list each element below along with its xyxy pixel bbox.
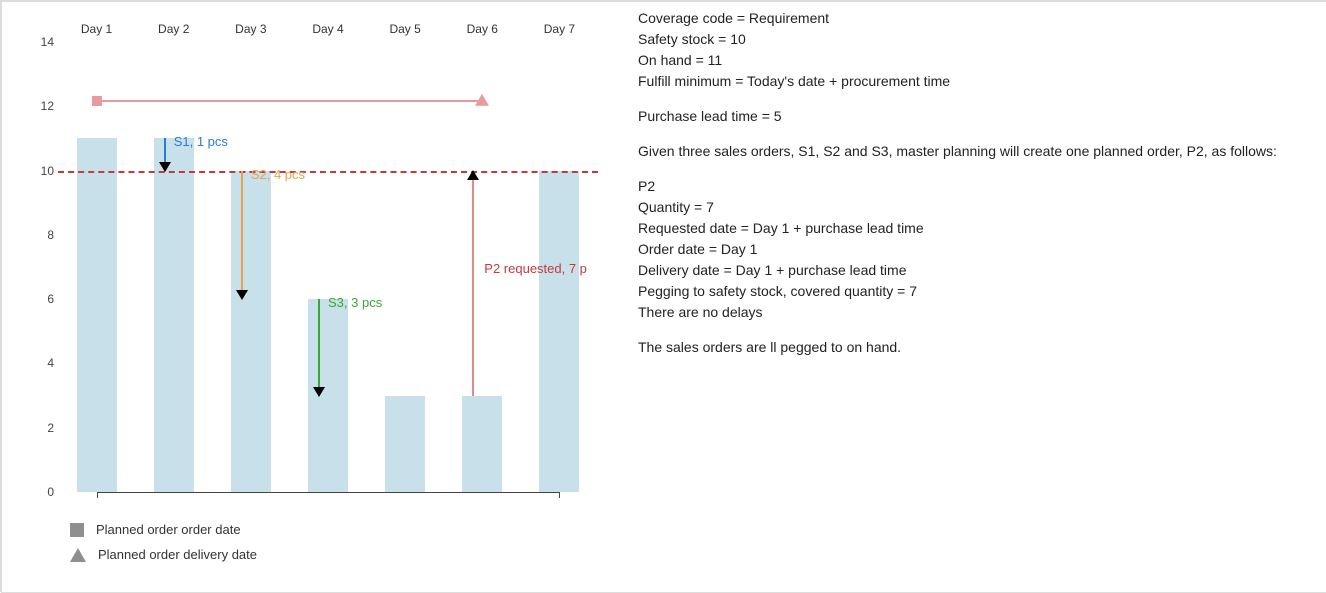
info-line: Requested date = Day 1 + purchase lead t… bbox=[638, 218, 1308, 239]
plot-area: 02468101214Day 1Day 2Day 3Day 4Day 5Day … bbox=[58, 42, 598, 492]
legend-row-order-date: Planned order order date bbox=[70, 522, 257, 537]
safety-stock-line bbox=[58, 171, 598, 173]
y-tick-label: 2 bbox=[36, 421, 54, 435]
bar-day-7 bbox=[539, 171, 579, 492]
legend-label: Planned order order date bbox=[96, 522, 241, 537]
x-axis-line bbox=[97, 492, 560, 493]
x-tick-label: Day 3 bbox=[235, 22, 266, 36]
info-line: On hand = 11 bbox=[638, 50, 1308, 71]
arrow-s3 bbox=[318, 299, 320, 395]
triangle-icon bbox=[475, 94, 489, 106]
x-tick-label: Day 5 bbox=[389, 22, 420, 36]
triangle-icon bbox=[70, 548, 86, 562]
info-line: Delivery date = Day 1 + purchase lead ti… bbox=[638, 260, 1308, 281]
y-tick-label: 6 bbox=[36, 292, 54, 306]
x-tick-label: Day 7 bbox=[544, 22, 575, 36]
y-tick-label: 4 bbox=[36, 356, 54, 370]
bar-day-2 bbox=[154, 138, 194, 492]
info-line: Safety stock = 10 bbox=[638, 29, 1308, 50]
info-line: Coverage code = Requirement bbox=[638, 8, 1308, 29]
legend-row-delivery-date: Planned order delivery date bbox=[70, 547, 257, 562]
x-tick-label: Day 1 bbox=[81, 22, 112, 36]
annotation-s1: S1, 1 pcs bbox=[174, 134, 228, 149]
info-line: The sales orders are ll pegged to on han… bbox=[638, 337, 1308, 358]
y-tick-label: 0 bbox=[36, 485, 54, 499]
info-line: Purchase lead time = 5 bbox=[638, 106, 1308, 127]
legend: Planned order order date Planned order d… bbox=[70, 522, 257, 572]
bar-day-5 bbox=[385, 396, 425, 492]
info-panel: Coverage code = Requirement Safety stock… bbox=[638, 8, 1308, 358]
info-line: Fulfill minimum = Today's date + procure… bbox=[638, 71, 1308, 92]
bar-day-3 bbox=[231, 171, 271, 492]
planned-order-timeline bbox=[97, 100, 483, 102]
arrow-s1 bbox=[164, 138, 166, 170]
y-tick-label: 10 bbox=[36, 164, 54, 178]
info-line: There are no delays bbox=[638, 302, 1308, 323]
info-line: P2 bbox=[638, 176, 1308, 197]
x-tick-label: Day 6 bbox=[467, 22, 498, 36]
square-icon bbox=[92, 96, 102, 106]
bar-day-6 bbox=[462, 396, 502, 492]
x-tick-label: Day 2 bbox=[158, 22, 189, 36]
y-tick-label: 8 bbox=[36, 228, 54, 242]
info-line: Order date = Day 1 bbox=[638, 239, 1308, 260]
annotation-s2: S2, 4 pcs bbox=[251, 167, 305, 182]
annotation-p2: P2 requested, 7 p bbox=[484, 261, 587, 276]
chart-area: 0 2 4 6 8 10 12 14 Day 1 Day 2 Day 3 Day 4 Day 5 Day … bbox=[30, 22, 605, 502]
info-line: Pegging to safety stock, covered quantit… bbox=[638, 281, 1308, 302]
square-icon bbox=[70, 523, 84, 537]
legend-label: Planned order delivery date bbox=[98, 547, 257, 562]
info-line: Given three sales orders, S1, S2 and S3,… bbox=[638, 141, 1308, 162]
bar-day-1 bbox=[77, 138, 117, 492]
y-tick-label: 12 bbox=[36, 99, 54, 113]
arrow-s2 bbox=[241, 171, 243, 300]
info-line: Quantity = 7 bbox=[638, 197, 1308, 218]
annotation-s3: S3, 3 pcs bbox=[328, 295, 382, 310]
y-tick-label: 14 bbox=[36, 35, 54, 49]
x-tick-label: Day 4 bbox=[312, 22, 343, 36]
arrow-p2 bbox=[472, 171, 474, 396]
